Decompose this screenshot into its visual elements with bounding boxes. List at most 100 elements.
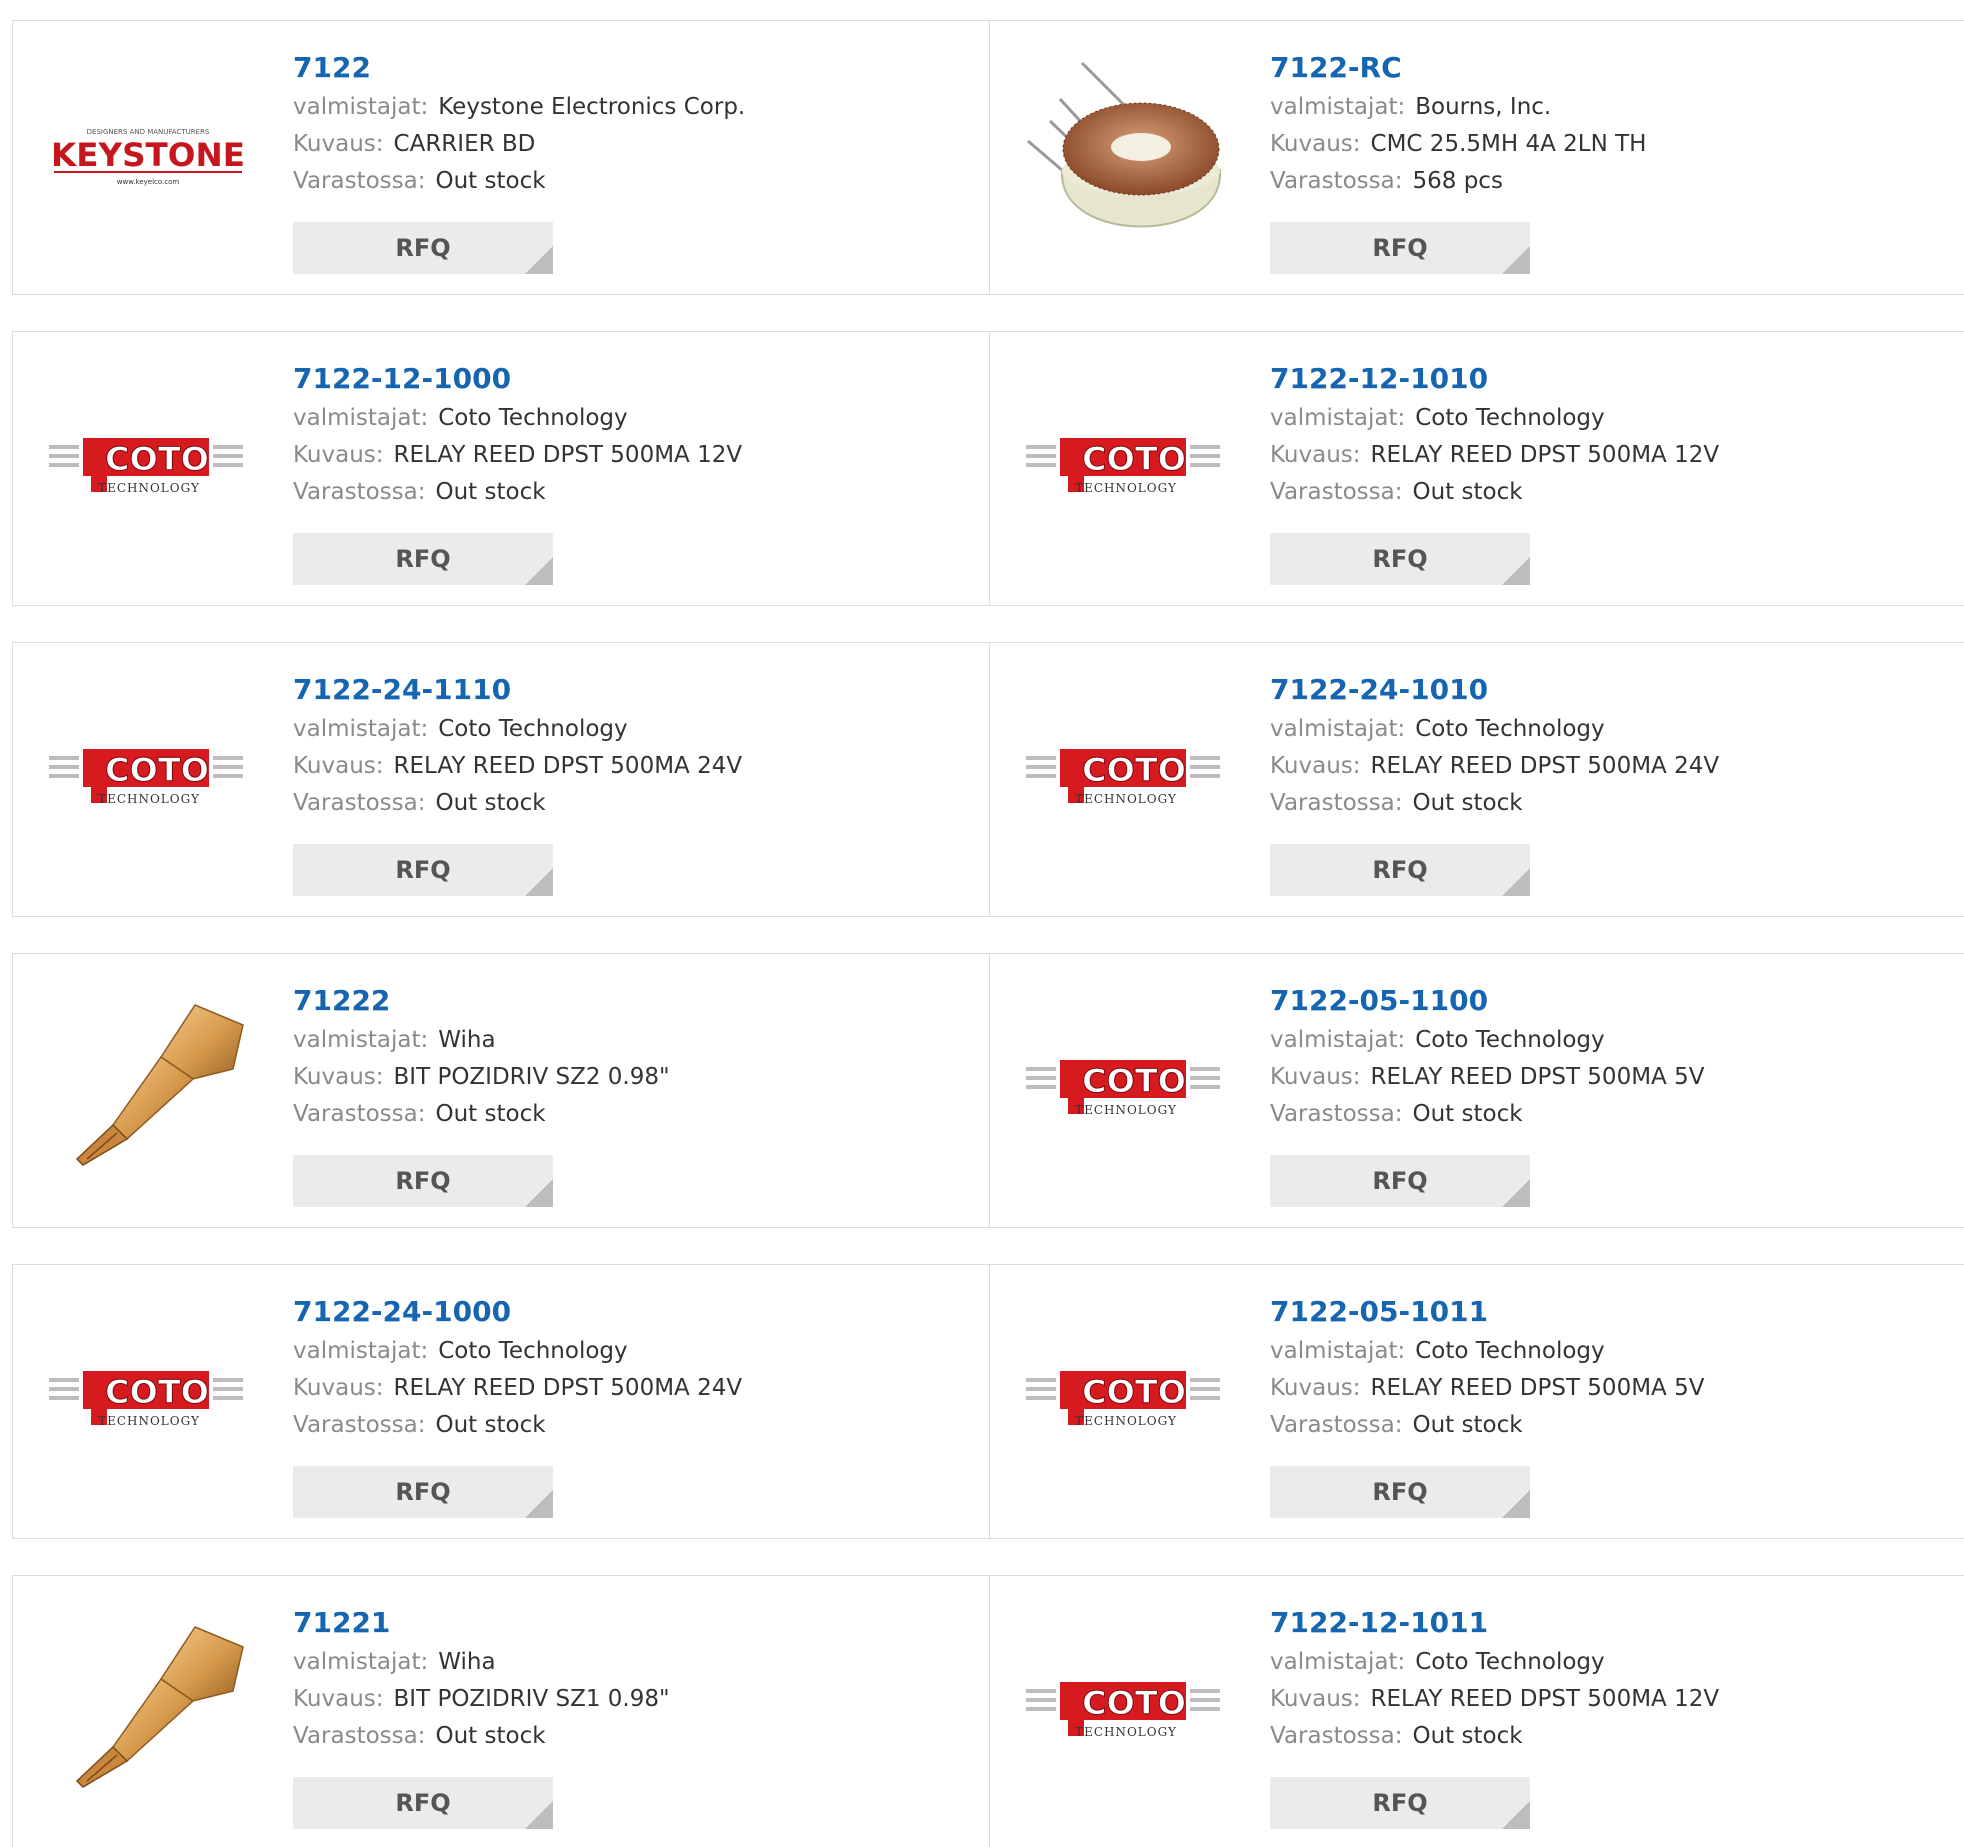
rfq-button[interactable]: RFQ [1270,222,1530,274]
description-row: Kuvaus: BIT POZIDRIV SZ1 0.98" [293,1681,670,1718]
product-info: 71221 valmistajat: Wiha Kuvaus: BIT POZIDRIV… [293,1606,670,1755]
rfq-button[interactable]: RFQ [1270,1466,1530,1518]
description-label: Kuvaus: [293,753,384,779]
product-image: COTO TECHNOLOGY [1020,982,1230,1192]
stock-label: Varastossa: [293,1412,426,1438]
product-card-7122-05-1100: COTO TECHNOLOGY 7122-05-1100 valmistajat:… [990,953,1964,1228]
description-label: Kuvaus: [1270,753,1361,779]
stock-value: Out stock [1412,479,1523,505]
rfq-button[interactable]: RFQ [1270,1777,1530,1829]
manufacturer-value: Bourns, Inc. [1415,94,1552,120]
coto-logo-wordmark: COTO [1082,751,1186,789]
description-label: Kuvaus: [293,1375,384,1401]
part-number-link[interactable]: 71221 [293,1606,670,1644]
product-info: 7122-05-1011 valmistajat: Coto Technology K… [1270,1295,1704,1444]
manufacturer-row: valmistajat: Coto Technology [293,1333,742,1370]
description-label: Kuvaus: [1270,1375,1361,1401]
rfq-button[interactable]: RFQ [293,1777,553,1829]
description-row: Kuvaus: RELAY REED DPST 500MA 24V [1270,748,1719,785]
rfq-button-label: RFQ [1372,1478,1428,1506]
manufacturer-value: Wiha [438,1649,496,1675]
rfq-button[interactable]: RFQ [293,222,553,274]
keystone-logo-wordmark: KEYSTONE [51,136,245,174]
corner-triangle-icon [1502,868,1530,896]
description-value: RELAY REED DPST 500MA 5V [1370,1064,1705,1090]
coto-logo-wordmark: COTO [1082,1062,1186,1100]
manufacturer-label: valmistajat: [293,94,429,120]
stock-value: Out stock [435,479,546,505]
rfq-button[interactable]: RFQ [1270,1155,1530,1207]
manufacturer-row: valmistajat: Coto Technology [1270,1644,1719,1681]
screwdriver-bit-photo [75,1626,244,1788]
product-info: 7122 valmistajat: Keystone Electronics Cor… [293,51,745,200]
part-number-link[interactable]: 7122-24-1010 [1270,673,1719,711]
stock-label: Varastossa: [293,790,426,816]
rfq-button[interactable]: RFQ [293,844,553,896]
description-row: Kuvaus: BIT POZIDRIV SZ2 0.98" [293,1059,670,1096]
coto-logo-subtitle: TECHNOLOGY [1075,792,1177,806]
product-card-71222: 71222 valmistajat: Wiha Kuvaus: BIT POZIDRIV… [12,953,990,1228]
stock-label: Varastossa: [1270,790,1403,816]
product-image [43,982,253,1192]
manufacturer-label: valmistajat: [1270,1338,1406,1364]
corner-triangle-icon [1502,1490,1530,1518]
product-info: 7122-24-1010 valmistajat: Coto Technology K… [1270,673,1719,822]
rfq-button[interactable]: RFQ [1270,844,1530,896]
coto-logo-subtitle: TECHNOLOGY [98,1414,200,1428]
product-image: COTO TECHNOLOGY [1020,671,1230,881]
rfq-button-label: RFQ [395,1167,451,1195]
manufacturer-row: valmistajat: Wiha [293,1644,670,1681]
description-value: CARRIER BD [393,131,536,157]
part-number-link[interactable]: 7122-05-1100 [1270,984,1704,1022]
description-label: Kuvaus: [293,1686,384,1712]
coto-logo: COTO TECHNOLOGY [1026,1371,1220,1428]
stock-row: Varastossa: 568 pcs [1270,163,1646,200]
part-number-link[interactable]: 7122-24-1110 [293,673,742,711]
manufacturer-value: Keystone Electronics Corp. [438,94,746,120]
part-number-link[interactable]: 7122-24-1000 [293,1295,742,1333]
toroid-inductor-photo [1027,61,1221,228]
manufacturer-row: valmistajat: Coto Technology [1270,400,1719,437]
stock-value: 568 pcs [1412,168,1503,194]
rfq-button-label: RFQ [1372,1789,1428,1817]
corner-triangle-icon [525,1179,553,1207]
coto-logo-subtitle: TECHNOLOGY [1075,1103,1177,1117]
manufacturer-row: valmistajat: Coto Technology [1270,711,1719,748]
part-number-link[interactable]: 7122-12-1000 [293,362,742,400]
keystone-logo-tagline: DESIGNERS AND MANUFACTURERS [87,128,210,136]
description-row: Kuvaus: CARRIER BD [293,126,745,163]
part-number-link[interactable]: 7122-12-1011 [1270,1606,1719,1644]
description-value: RELAY REED DPST 500MA 12V [1370,1686,1720,1712]
screwdriver-bit-photo [75,1004,244,1166]
coto-logo-subtitle: TECHNOLOGY [1075,1414,1177,1428]
part-number-link[interactable]: 7122-RC [1270,51,1646,89]
rfq-button[interactable]: RFQ [293,1155,553,1207]
coto-logo-wordmark: COTO [1082,1684,1186,1722]
rfq-button-label: RFQ [395,234,451,262]
part-number-link[interactable]: 7122-12-1010 [1270,362,1719,400]
rfq-button-label: RFQ [1372,856,1428,884]
stock-row: Varastossa: Out stock [293,785,742,822]
rfq-button[interactable]: RFQ [1270,533,1530,585]
product-info: 71222 valmistajat: Wiha Kuvaus: BIT POZIDRIV… [293,984,670,1133]
description-label: Kuvaus: [293,1064,384,1090]
rfq-button[interactable]: RFQ [293,533,553,585]
part-number-link[interactable]: 7122-05-1011 [1270,1295,1704,1333]
rfq-button[interactable]: RFQ [293,1466,553,1518]
product-info: 7122-12-1000 valmistajat: Coto Technology K… [293,362,742,511]
product-info: 7122-05-1100 valmistajat: Coto Technology K… [1270,984,1704,1133]
description-row: Kuvaus: CMC 25.5MH 4A 2LN TH [1270,126,1646,163]
corner-triangle-icon [1502,1179,1530,1207]
rfq-button-label: RFQ [395,1789,451,1817]
rfq-button-label: RFQ [1372,545,1428,573]
stock-row: Varastossa: Out stock [1270,1718,1719,1755]
rfq-button-label: RFQ [395,545,451,573]
part-number-link[interactable]: 7122 [293,51,745,89]
stock-value: Out stock [1412,1101,1523,1127]
description-row: Kuvaus: RELAY REED DPST 500MA 12V [1270,437,1719,474]
stock-label: Varastossa: [1270,1101,1403,1127]
description-value: RELAY REED DPST 500MA 5V [1370,1375,1705,1401]
product-image: COTO TECHNOLOGY [1020,1604,1230,1814]
part-number-link[interactable]: 71222 [293,984,670,1022]
stock-row: Varastossa: Out stock [293,163,745,200]
